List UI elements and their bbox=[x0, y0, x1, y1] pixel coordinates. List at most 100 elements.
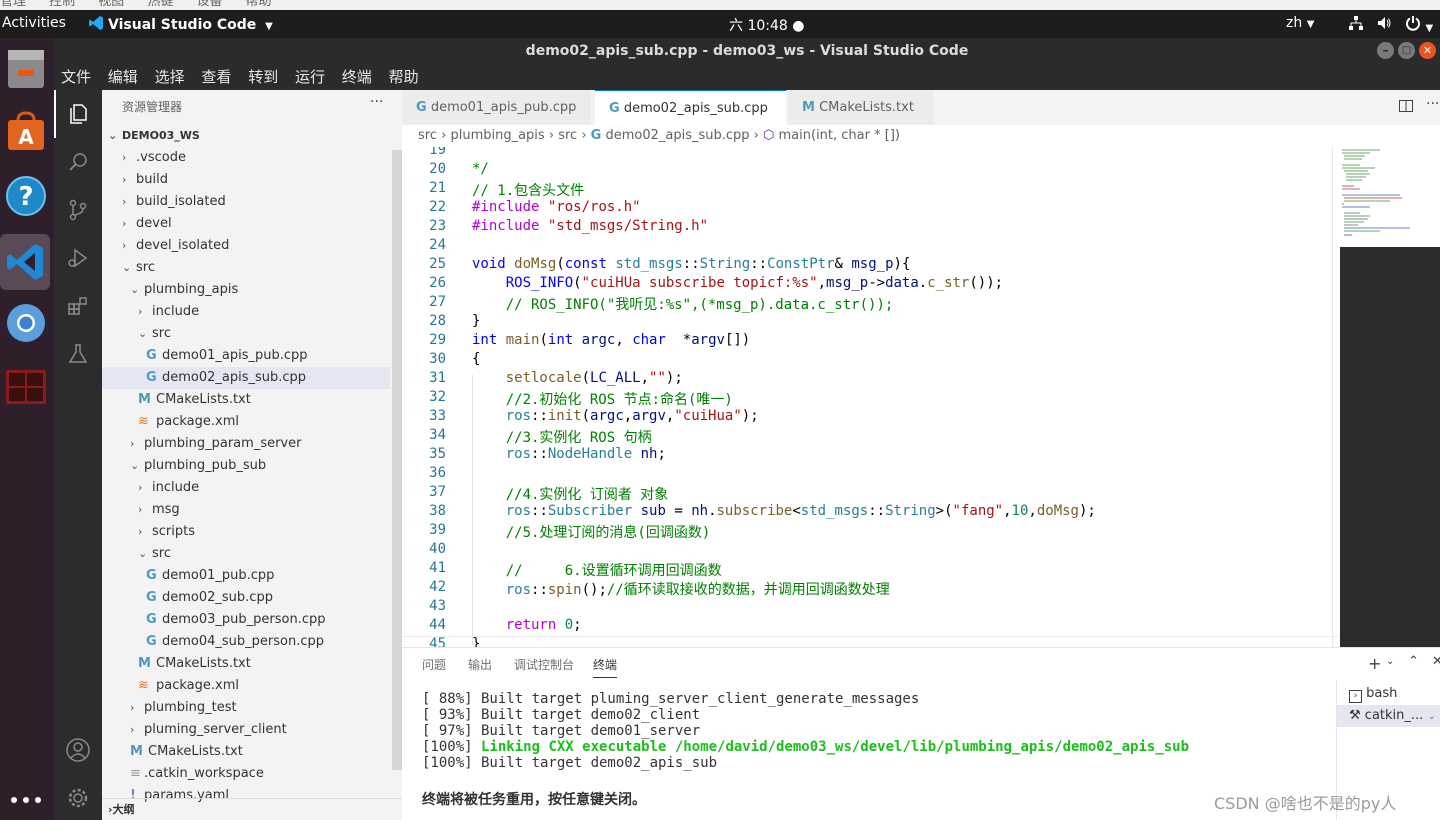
terminal-item-catkin[interactable]: ⚒ catkin_... ⌄ bbox=[1337, 705, 1440, 727]
tree-folder[interactable]: › devel bbox=[102, 213, 390, 235]
new-terminal-icon[interactable]: + bbox=[1368, 654, 1381, 673]
tree-item-label: plumbing_apis bbox=[144, 282, 239, 297]
menu-selection[interactable]: 选择 bbox=[155, 64, 185, 90]
explorer-icon[interactable] bbox=[54, 90, 102, 138]
source-control-icon[interactable] bbox=[54, 186, 102, 234]
tree-folder[interactable]: ⌄ src bbox=[102, 543, 390, 565]
tree-folder[interactable]: › build_isolated bbox=[102, 191, 390, 213]
tree-file[interactable]: M CMakeLists.txt bbox=[102, 389, 390, 411]
power-icon[interactable]: ▼ bbox=[1405, 15, 1433, 35]
breadcrumb-item[interactable]: main(int, char * []) bbox=[779, 128, 900, 143]
host-menu-item[interactable]: 热键 bbox=[147, 0, 173, 9]
tree-file[interactable]: ≋ package.xml bbox=[102, 411, 390, 433]
more-actions-button[interactable]: ··· bbox=[370, 94, 383, 110]
terminal-output[interactable]: [ 88%] Built target pluming_server_clien… bbox=[422, 691, 1332, 771]
clock[interactable]: 六 10:48 ● bbox=[729, 15, 804, 35]
panel-tab-terminal[interactable]: 终端 bbox=[593, 656, 618, 678]
host-menu-item[interactable]: 视图 bbox=[98, 0, 124, 9]
tree-file[interactable]: M CMakeLists.txt bbox=[102, 741, 390, 763]
tree-folder[interactable]: ⌄ src bbox=[102, 257, 390, 279]
breadcrumb: src › plumbing_apis › src › G demo02_api… bbox=[402, 125, 1440, 147]
tab-demo02[interactable]: G demo02_apis_sub.cpp ✕ bbox=[595, 90, 787, 151]
volume-icon[interactable] bbox=[1376, 15, 1392, 35]
vscode-icon[interactable] bbox=[0, 234, 50, 290]
tree-file[interactable]: Gdemo02_apis_sub.cpp bbox=[102, 367, 390, 389]
chevron-down-icon[interactable]: ⌄ bbox=[1386, 656, 1394, 667]
terminal-item-bash[interactable]: › bash bbox=[1337, 683, 1440, 705]
tree-folder[interactable]: › .vscode bbox=[102, 147, 390, 169]
minimize-icon[interactable]: – bbox=[1377, 42, 1394, 59]
split-editor-icon[interactable] bbox=[1398, 98, 1414, 118]
tree-folder[interactable]: › plumbing_param_server bbox=[102, 433, 390, 455]
network-icon[interactable] bbox=[1348, 15, 1364, 35]
breadcrumb-item[interactable]: src bbox=[558, 128, 577, 143]
tree-file[interactable]: Gdemo01_apis_pub.cpp bbox=[102, 345, 390, 367]
run-debug-icon[interactable] bbox=[54, 234, 102, 282]
outline-section[interactable]: ›大纲 bbox=[102, 798, 402, 820]
tree-file[interactable]: Gdemo03_pub_person.cpp bbox=[102, 609, 390, 631]
close-icon[interactable]: ✕ bbox=[1419, 42, 1436, 59]
panel-tab-debug-console[interactable]: 调试控制台 bbox=[514, 656, 574, 673]
search-icon[interactable] bbox=[54, 138, 102, 186]
tree-folder[interactable]: ⌄ src bbox=[102, 323, 390, 345]
tree-folder[interactable]: › include bbox=[102, 301, 390, 323]
tree-folder[interactable]: › build bbox=[102, 169, 390, 191]
testing-icon[interactable] bbox=[54, 330, 102, 378]
menu-run[interactable]: 运行 bbox=[295, 64, 325, 90]
sidebar-scrollbar[interactable] bbox=[392, 150, 402, 770]
tree-file[interactable]: Gdemo01_pub.cpp bbox=[102, 565, 390, 587]
tree-folder[interactable]: › scripts bbox=[102, 521, 390, 543]
tree-folder[interactable]: › include bbox=[102, 477, 390, 499]
terminal-icon[interactable] bbox=[3, 364, 49, 410]
tree-folder[interactable]: › pluming_server_client bbox=[102, 719, 390, 741]
editor-more-icon[interactable]: ··· bbox=[1426, 96, 1439, 112]
files-icon[interactable] bbox=[3, 46, 49, 92]
close-panel-icon[interactable]: ✕ bbox=[1432, 654, 1440, 669]
show-apps-icon[interactable] bbox=[3, 782, 49, 818]
line-number: 35 bbox=[429, 446, 446, 462]
tree-folder[interactable]: › plumbing_test bbox=[102, 697, 390, 719]
tree-file[interactable]: Gdemo02_sub.cpp bbox=[102, 587, 390, 609]
tree-file[interactable]: ≡ .catkin_workspace bbox=[102, 763, 390, 785]
account-icon[interactable] bbox=[54, 726, 102, 774]
breadcrumb-item[interactable]: src bbox=[418, 128, 437, 143]
app-menu-button[interactable]: Visual Studio Code ▼ bbox=[88, 15, 273, 33]
software-center-icon[interactable]: A bbox=[3, 108, 49, 154]
maximize-panel-icon[interactable]: ⌃ bbox=[1408, 654, 1419, 669]
menu-file[interactable]: 文件 bbox=[61, 64, 91, 90]
menu-help[interactable]: 帮助 bbox=[389, 64, 419, 90]
tree-file[interactable]: ≋ package.xml bbox=[102, 675, 390, 697]
tree-folder[interactable]: › devel_isolated bbox=[102, 235, 390, 257]
host-menu-item[interactable]: 控制 bbox=[49, 0, 75, 9]
panel-tab-problems[interactable]: 问题 bbox=[422, 656, 446, 673]
menu-go[interactable]: 转到 bbox=[248, 64, 278, 90]
workspace-root[interactable]: ⌄ DEMO03_WS bbox=[102, 125, 402, 147]
tab-cmakelists[interactable]: M CMakeLists.txt bbox=[788, 90, 934, 125]
manage-gear-icon[interactable] bbox=[54, 774, 102, 820]
activities-button[interactable]: Activities bbox=[2, 15, 66, 31]
tree-folder[interactable]: › msg bbox=[102, 499, 390, 521]
tree-folder[interactable]: ⌄ plumbing_pub_sub bbox=[102, 455, 390, 477]
host-menu-item[interactable]: 设备 bbox=[196, 0, 222, 9]
tools-icon: ⚒ bbox=[1349, 708, 1361, 723]
minimap[interactable] bbox=[1340, 147, 1440, 247]
help-icon[interactable]: ? bbox=[3, 173, 49, 219]
language-indicator[interactable]: zh ▼ bbox=[1286, 15, 1314, 31]
breadcrumb-item[interactable]: plumbing_apis bbox=[450, 128, 544, 143]
host-menu-item[interactable]: 管理 bbox=[0, 0, 26, 9]
menu-edit[interactable]: 编辑 bbox=[108, 64, 138, 90]
tree-folder[interactable]: ⌄ plumbing_apis bbox=[102, 279, 390, 301]
extensions-icon[interactable] bbox=[54, 282, 102, 330]
tab-demo01[interactable]: G demo01_apis_pub.cpp bbox=[402, 90, 592, 125]
tab-label: demo01_apis_pub.cpp bbox=[430, 100, 577, 115]
menu-terminal[interactable]: 终端 bbox=[342, 64, 372, 90]
panel-tab-output[interactable]: 输出 bbox=[468, 656, 492, 673]
code-editor[interactable]: 19 20 */ 21 // 1.包含头文件 22 #include "ros/ros.h"… bbox=[402, 147, 1340, 647]
tree-file[interactable]: Gdemo04_sub_person.cpp bbox=[102, 631, 390, 653]
maximize-icon[interactable]: □ bbox=[1398, 42, 1415, 59]
breadcrumb-item[interactable]: demo02_apis_sub.cpp bbox=[605, 128, 749, 143]
tree-file[interactable]: M CMakeLists.txt bbox=[102, 653, 390, 675]
host-menu-item[interactable]: 帮助 bbox=[246, 0, 272, 9]
chromium-icon[interactable] bbox=[3, 300, 49, 346]
menu-view[interactable]: 查看 bbox=[201, 64, 231, 90]
